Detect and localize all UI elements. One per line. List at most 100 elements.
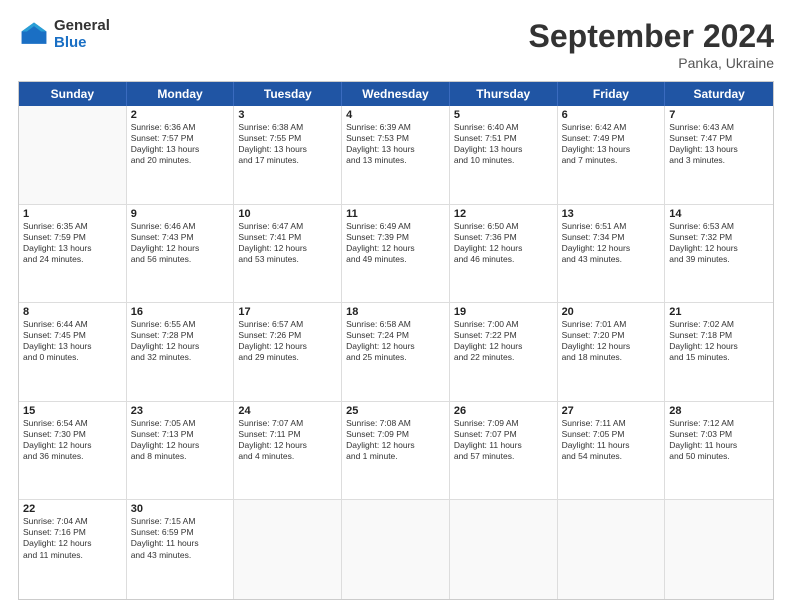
cell-info-line: and 0 minutes. <box>23 352 122 363</box>
cell-info-line: Sunrise: 7:00 AM <box>454 319 553 330</box>
calendar-row-3: 8Sunrise: 6:44 AMSunset: 7:45 PM Daylight… <box>19 303 773 402</box>
month-title: September 2024 <box>529 18 774 55</box>
cell-info-line: Sunset: 7:11 PM <box>238 429 337 440</box>
cell-info-line: Sunrise: 6:35 AM <box>23 221 122 232</box>
calendar-row-5: 22Sunrise: 7:04 AMSunset: 7:16 PMDayligh… <box>19 500 773 599</box>
calendar-row-4: 15Sunrise: 6:54 AMSunset: 7:30 PMDayligh… <box>19 402 773 501</box>
cell-info-line: Sunrise: 7:04 AM <box>23 516 122 527</box>
day-number: 10 <box>238 208 337 220</box>
day-number: 14 <box>669 208 769 220</box>
calendar-page: General Blue September 2024 Panka, Ukrai… <box>0 0 792 612</box>
cell-info-line: Sunset: 7:34 PM <box>562 232 661 243</box>
calendar-cell: 18Sunrise: 6:58 AMSunset: 7:24 PMDayligh… <box>342 303 450 401</box>
cell-info-line: Sunset: 7:39 PM <box>346 232 445 243</box>
cell-info-line: and 56 minutes. <box>131 254 230 265</box>
calendar-cell: 21Sunrise: 7:02 AMSunset: 7:18 PMDayligh… <box>665 303 773 401</box>
cell-info-line: Sunrise: 7:12 AM <box>669 418 769 429</box>
cell-info-line: Sunrise: 6:51 AM <box>562 221 661 232</box>
cell-info-line: and 10 minutes. <box>454 155 553 166</box>
cell-info-line: Sunset: 7:32 PM <box>669 232 769 243</box>
calendar-cell: 2Sunrise: 6:36 AMSunset: 7:57 PMDaylight… <box>127 106 235 204</box>
calendar-cell: 16Sunrise: 6:55 AMSunset: 7:28 PMDayligh… <box>127 303 235 401</box>
cell-info-line: Daylight: 12 hours <box>562 341 661 352</box>
day-number: 30 <box>131 503 230 515</box>
day-number: 25 <box>346 405 445 417</box>
cell-info-line: Sunrise: 7:11 AM <box>562 418 661 429</box>
day-number: 26 <box>454 405 553 417</box>
calendar-cell: 26Sunrise: 7:09 AMSunset: 7:07 PMDayligh… <box>450 402 558 500</box>
cell-info-line: Sunset: 7:26 PM <box>238 330 337 341</box>
cell-info-line: and 54 minutes. <box>562 451 661 462</box>
day-number: 21 <box>669 306 769 318</box>
calendar-cell: 4Sunrise: 6:39 AMSunset: 7:53 PMDaylight… <box>342 106 450 204</box>
calendar-header: Sunday Monday Tuesday Wednesday Thursday… <box>19 82 773 106</box>
title-block: September 2024 Panka, Ukraine <box>529 18 774 71</box>
day-number: 23 <box>131 405 230 417</box>
day-number: 24 <box>238 405 337 417</box>
cell-info-line: Sunrise: 6:43 AM <box>669 122 769 133</box>
cell-info-line: Sunset: 6:59 PM <box>131 527 230 538</box>
cell-info-line: Daylight: 11 hours <box>562 440 661 451</box>
day-number: 1 <box>23 208 122 220</box>
calendar-cell: 17Sunrise: 6:57 AMSunset: 7:26 PMDayligh… <box>234 303 342 401</box>
header-wednesday: Wednesday <box>342 82 450 106</box>
calendar-cell: 14Sunrise: 6:53 AMSunset: 7:32 PMDayligh… <box>665 205 773 303</box>
cell-info-line: Sunset: 7:16 PM <box>23 527 122 538</box>
day-number: 6 <box>562 109 661 121</box>
cell-info-line: Sunset: 7:55 PM <box>238 133 337 144</box>
cell-info-line: and 20 minutes. <box>131 155 230 166</box>
cell-info-line: Sunrise: 6:36 AM <box>131 122 230 133</box>
cell-info-line: Sunset: 7:36 PM <box>454 232 553 243</box>
cell-info-line: Sunset: 7:24 PM <box>346 330 445 341</box>
cell-info-line: Daylight: 11 hours <box>131 538 230 549</box>
day-number: 8 <box>23 306 122 318</box>
cell-info-line: Sunrise: 6:40 AM <box>454 122 553 133</box>
cell-info-line: and 43 minutes. <box>131 550 230 561</box>
location-subtitle: Panka, Ukraine <box>529 55 774 71</box>
cell-info-line: Sunset: 7:47 PM <box>669 133 769 144</box>
cell-info-line: Sunrise: 6:53 AM <box>669 221 769 232</box>
header-tuesday: Tuesday <box>234 82 342 106</box>
cell-info-line: Daylight: 13 hours <box>238 144 337 155</box>
cell-info-line: and 4 minutes. <box>238 451 337 462</box>
cell-info-line: Sunset: 7:09 PM <box>346 429 445 440</box>
cell-info-line: Sunrise: 6:38 AM <box>238 122 337 133</box>
cell-info-line: and 17 minutes. <box>238 155 337 166</box>
calendar-cell: 1Sunrise: 6:35 AMSunset: 7:59 PMDaylight… <box>19 205 127 303</box>
calendar-cell: 28Sunrise: 7:12 AMSunset: 7:03 PMDayligh… <box>665 402 773 500</box>
cell-info-line: Sunrise: 7:15 AM <box>131 516 230 527</box>
cell-info-line: Sunrise: 6:44 AM <box>23 319 122 330</box>
day-number: 13 <box>562 208 661 220</box>
cell-info-line: Sunset: 7:30 PM <box>23 429 122 440</box>
cell-info-line: and 49 minutes. <box>346 254 445 265</box>
cell-info-line: Daylight: 11 hours <box>669 440 769 451</box>
cell-info-line: Daylight: 13 hours <box>454 144 553 155</box>
calendar-cell: 6Sunrise: 6:42 AMSunset: 7:49 PMDaylight… <box>558 106 666 204</box>
cell-info-line: Daylight: 12 hours <box>131 440 230 451</box>
cell-info-line: Sunrise: 7:05 AM <box>131 418 230 429</box>
cell-info-line: Sunset: 7:13 PM <box>131 429 230 440</box>
calendar-body: 2Sunrise: 6:36 AMSunset: 7:57 PMDaylight… <box>19 106 773 599</box>
cell-info-line: Daylight: 12 hours <box>23 440 122 451</box>
calendar-cell <box>450 500 558 599</box>
cell-info-line: Sunrise: 6:54 AM <box>23 418 122 429</box>
day-number: 28 <box>669 405 769 417</box>
calendar-cell <box>558 500 666 599</box>
cell-info-line: and 7 minutes. <box>562 155 661 166</box>
cell-info-line: Sunset: 7:43 PM <box>131 232 230 243</box>
logo-icon <box>18 19 50 51</box>
cell-info-line: Daylight: 12 hours <box>238 243 337 254</box>
calendar-cell: 20Sunrise: 7:01 AMSunset: 7:20 PMDayligh… <box>558 303 666 401</box>
header-sunday: Sunday <box>19 82 127 106</box>
cell-info-line: Sunset: 7:45 PM <box>23 330 122 341</box>
cell-info-line: and 53 minutes. <box>238 254 337 265</box>
cell-info-line: Daylight: 13 hours <box>562 144 661 155</box>
cell-info-line: Sunset: 7:05 PM <box>562 429 661 440</box>
calendar-cell: 30Sunrise: 7:15 AMSunset: 6:59 PMDayligh… <box>127 500 235 599</box>
cell-info-line: Sunrise: 7:09 AM <box>454 418 553 429</box>
cell-info-line: Sunset: 7:07 PM <box>454 429 553 440</box>
cell-info-line: Sunset: 7:20 PM <box>562 330 661 341</box>
day-number: 5 <box>454 109 553 121</box>
day-number: 15 <box>23 405 122 417</box>
day-number: 2 <box>131 109 230 121</box>
